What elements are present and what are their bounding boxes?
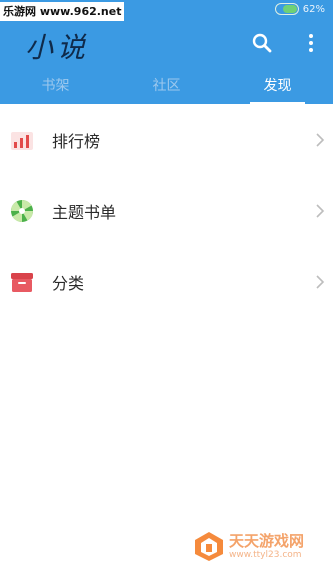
- battery-icon: [274, 3, 299, 15]
- discover-list: 排行榜 主题书单 分类: [0, 104, 333, 317]
- chevron-right-icon: [316, 133, 325, 147]
- watermark-bottom: 天天游戏网 www.ttyl23.com: [193, 526, 333, 566]
- list-item-category[interactable]: 分类: [0, 246, 333, 317]
- list-item-label: 主题书单: [52, 202, 117, 222]
- tab-discover[interactable]: 发现: [222, 68, 333, 104]
- chevron-right-icon: [316, 275, 325, 289]
- tab-bookshelf[interactable]: 书架: [0, 68, 111, 104]
- battery-text: 62%: [302, 3, 325, 15]
- search-icon: [252, 33, 272, 53]
- watermark-top: 乐游网 www.962.net: [0, 2, 125, 21]
- list-item-label: 分类: [52, 273, 85, 293]
- list-item-label: 排行榜: [52, 131, 101, 151]
- watermark-name: 天天游戏网: [229, 532, 305, 550]
- category-box-icon: [11, 273, 33, 292]
- watermark-logo-icon: [195, 532, 223, 561]
- theme-booklist-icon: [11, 200, 33, 222]
- tab-bar: 书架 社区 发现: [0, 68, 333, 104]
- app-title: 小说: [25, 31, 90, 64]
- chevron-right-icon: [316, 204, 325, 218]
- more-vertical-icon: [309, 34, 313, 52]
- tab-community[interactable]: 社区: [111, 68, 222, 104]
- ranking-bar-chart-icon: [11, 132, 33, 150]
- list-item-ranking[interactable]: 排行榜: [0, 104, 333, 175]
- app-header: 乐游网 www.962.net 62% 小说 书架 社区 发现: [0, 0, 333, 104]
- search-button[interactable]: [249, 30, 275, 56]
- battery-indicator: 62%: [274, 3, 325, 15]
- more-options-button[interactable]: [298, 30, 324, 56]
- list-item-theme-booklist[interactable]: 主题书单: [0, 175, 333, 246]
- status-bar: 乐游网 www.962.net 62%: [0, 0, 333, 22]
- watermark-url: www.ttyl23.com: [229, 550, 302, 560]
